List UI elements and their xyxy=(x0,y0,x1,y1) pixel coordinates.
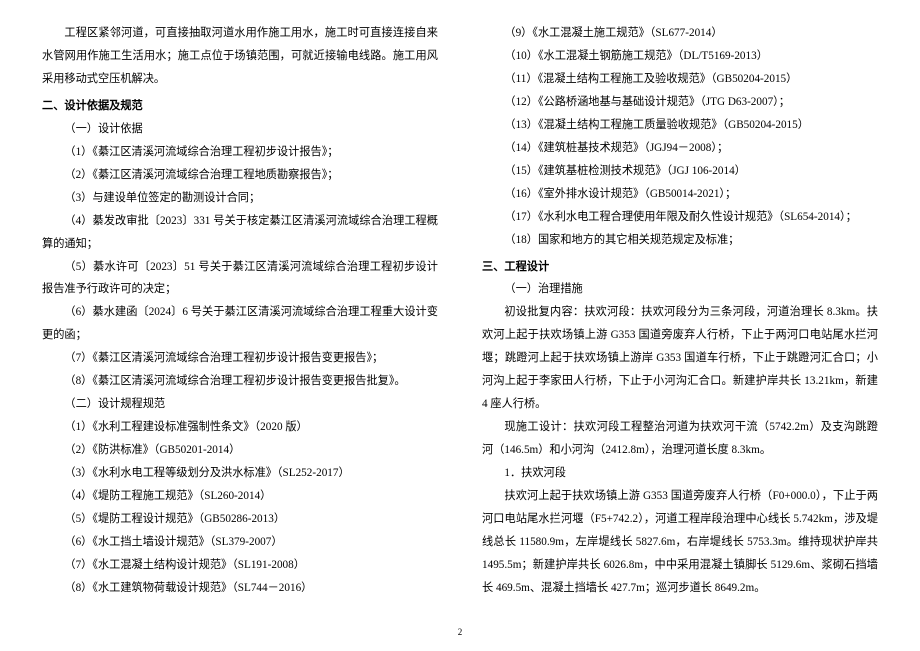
basis-item-2: （2）《綦江区清溪河流域综合治理工程地质勘察报告》； xyxy=(42,164,438,187)
spec-item-7: （7）《水工混凝土结构设计规范》（SL191-2008） xyxy=(42,554,438,577)
spec-item-14: （14）《建筑桩基技术规范》（JGJ94－2008）； xyxy=(482,137,878,160)
spec-item-2: （2）《防洪标准》（GB50201-2014） xyxy=(42,439,438,462)
subsection-3-1: （一）治理措施 xyxy=(482,278,878,301)
spec-item-8: （8）《水工建筑物荷载设计规范》（SL744－2016） xyxy=(42,577,438,600)
basis-item-4: （4）綦发改审批〔2023〕331 号关于核定綦江区清溪河流域综合治理工程概算的… xyxy=(42,210,438,256)
intro-text: 工程区紧邻河道，可直接抽取河道水用作施工用水，施工时可直接连接自来水管网用作施工… xyxy=(42,22,438,91)
design-para-3: 1．扶欢河段 xyxy=(482,462,878,485)
section-3-heading: 三、工程设计 xyxy=(482,256,878,279)
spec-item-17: （17）《水利水电工程合理使用年限及耐久性设计规范》（SL654-2014）； xyxy=(482,206,878,229)
basis-item-3: （3）与建设单位签定的勘测设计合同； xyxy=(42,187,438,210)
spec-item-3: （3）《水利水电工程等级划分及洪水标准》（SL252-2017） xyxy=(42,462,438,485)
spec-item-6: （6）《水工挡土墙设计规范》（SL379-2007） xyxy=(42,531,438,554)
basis-item-5: （5）綦水许可〔2023〕51 号关于綦江区清溪河流域综合治理工程初步设计报告准… xyxy=(42,256,438,302)
design-para-1: 初设批复内容：扶欢河段：扶欢河段分为三条河段，河道治理长 8.3km。扶欢河上起… xyxy=(482,301,878,416)
basis-item-8: （8）《綦江区清溪河流域综合治理工程初步设计报告变更报告批复》。 xyxy=(42,370,438,393)
spec-item-13: （13）《混凝土结构工程施工质量验收规范》（GB50204-2015） xyxy=(482,114,878,137)
design-para-2: 现施工设计：扶欢河段工程整治河道为扶欢河干流（5742.2m）及支沟跳蹬河（14… xyxy=(482,416,878,462)
spec-item-10: （10）《水工混凝土钢筋施工规范》（DL/T5169-2013） xyxy=(482,45,878,68)
subsection-2-2: （二）设计规程规范 xyxy=(42,393,438,416)
spec-item-15: （15）《建筑基桩检测技术规范》（JGJ 106-2014） xyxy=(482,160,878,183)
spec-item-16: （16）《室外排水设计规范》（GB50014-2021）； xyxy=(482,183,878,206)
design-para-4: 扶欢河上起于扶欢场镇上游 G353 国道旁废弃人行桥（F0+000.0），下止于… xyxy=(482,485,878,600)
subsection-2-1: （一）设计依据 xyxy=(42,118,438,141)
basis-item-6: （6）綦水建函〔2024〕6 号关于綦江区清溪河流域综合治理工程重大设计变更的函… xyxy=(42,301,438,347)
section-2-heading: 二、设计依据及规范 xyxy=(42,95,438,118)
basis-item-7: （7）《綦江区清溪河流域综合治理工程初步设计报告变更报告》； xyxy=(42,347,438,370)
spec-item-18: （18）国家和地方的其它相关规范规定及标准； xyxy=(482,229,878,252)
basis-item-1: （1）《綦江区清溪河流域综合治理工程初步设计报告》； xyxy=(42,141,438,164)
spec-item-1: （1）《水利工程建设标准强制性条文》（2020 版） xyxy=(42,416,438,439)
spec-item-4: （4）《堤防工程施工规范》（SL260-2014） xyxy=(42,485,438,508)
spec-item-12: （12）《公路桥涵地基与基础设计规范》（JTG D63-2007）； xyxy=(482,91,878,114)
spec-item-5: （5）《堤防工程设计规范》（GB50286-2013） xyxy=(42,508,438,531)
page-number: 2 xyxy=(0,623,920,641)
spec-item-11: （11）《混凝土结构工程施工及验收规范》（GB50204-2015） xyxy=(482,68,878,91)
spec-item-9: （9）《水工混凝土施工规范》（SL677-2014） xyxy=(482,22,878,45)
